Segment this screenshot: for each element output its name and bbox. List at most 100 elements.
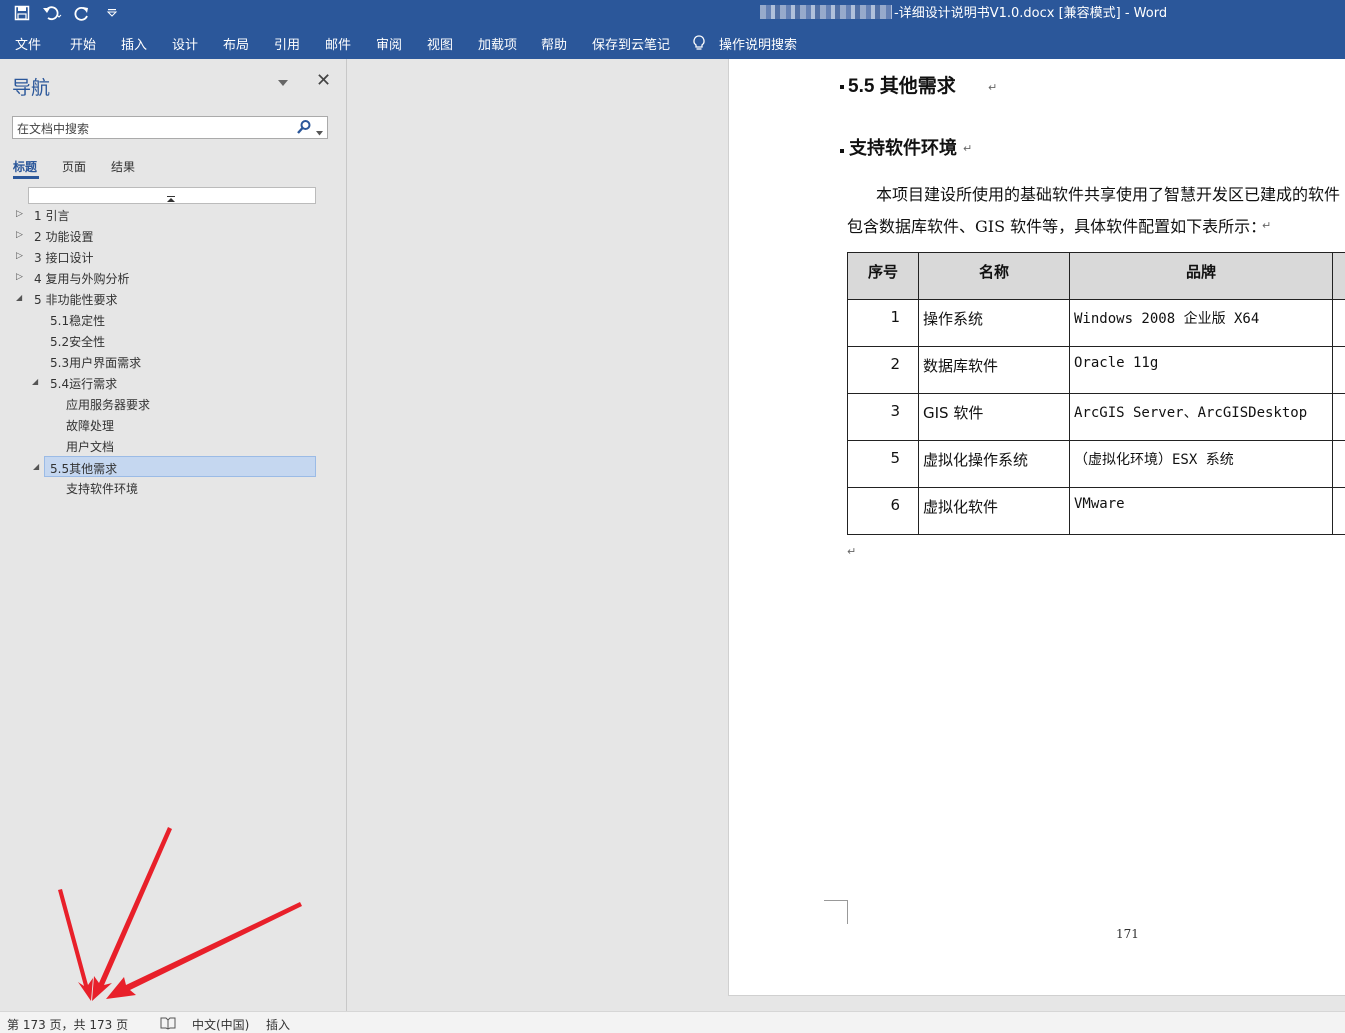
tell-me-search[interactable]: 操作说明搜索 <box>719 34 797 53</box>
table-cell[interactable] <box>1332 440 1345 488</box>
page-count-status[interactable]: 第 173 页，共 173 页 <box>7 1016 128 1033</box>
search-icon[interactable] <box>296 119 312 138</box>
nav-tree-item[interactable]: ▷ 3 接口设计 <box>10 246 316 267</box>
table-cell[interactable]: GIS 软件 <box>918 393 1070 441</box>
nav-tree-item[interactable]: 5.2安全性 <box>10 330 316 351</box>
collapse-all-bar[interactable] <box>28 187 316 204</box>
proofing-icon[interactable] <box>160 1017 176 1033</box>
close-icon[interactable]: ✕ <box>316 72 331 90</box>
body-paragraph-line-1[interactable]: 本项目建设所使用的基础软件共享使用了智慧开发区已建成的软件 <box>876 181 1340 205</box>
paragraph-mark: ↵ <box>1262 219 1272 232</box>
tab-mailings[interactable]: 邮件 <box>325 34 351 53</box>
nav-search-input[interactable]: 在文档中搜索 <box>12 116 328 139</box>
tab-file[interactable]: 文件 <box>15 34 41 53</box>
undo-icon[interactable] <box>42 3 62 23</box>
tab-design[interactable]: 设计 <box>172 34 198 53</box>
nav-tree-item[interactable]: 应用服务器要求 <box>10 393 316 414</box>
nav-tree-item-label: 故障处理 <box>66 419 115 433</box>
table-cell[interactable]: 1 <box>847 299 919 347</box>
heading-support-software[interactable]: 支持软件环境 <box>849 134 957 160</box>
search-placeholder: 在文档中搜索 <box>17 122 90 136</box>
nav-tab-results[interactable]: 结果 <box>111 158 135 175</box>
table-row: 6 虚拟化软件 VMware <box>847 487 1345 535</box>
nav-tree-item[interactable]: 用户文档 <box>10 435 316 456</box>
table-cell[interactable]: 虚拟化操作系统 <box>918 440 1070 488</box>
table-cell[interactable] <box>1332 299 1345 347</box>
tab-review[interactable]: 审阅 <box>376 34 402 53</box>
table-header-cell[interactable]: 序号 <box>847 252 919 300</box>
nav-tree-item[interactable]: 5.1稳定性 <box>10 309 316 330</box>
nav-tree-item[interactable]: ◢ 5.4运行需求 <box>10 372 316 393</box>
active-tab-indicator <box>13 176 39 179</box>
collapsed-arrow-icon[interactable]: ▷ <box>16 251 23 261</box>
nav-tree-item-label: 5.5其他需求 <box>50 462 118 476</box>
tab-addins[interactable]: 加载项 <box>478 34 517 53</box>
status-bar: 第 173 页，共 173 页 中文(中国) 插入 <box>0 1011 1345 1033</box>
nav-tree-item-label: 5.4运行需求 <box>50 377 118 391</box>
title-bar: -详细设计说明书V1.0.docx [兼容模式] - Word <box>0 0 1345 26</box>
customize-toolbar-icon[interactable] <box>102 3 122 23</box>
document-page[interactable]: 5.5 其他需求 ↵ 支持软件环境 ↵ 本项目建设所使用的基础软件共享使用了智慧… <box>728 59 1345 996</box>
nav-tree-item-label: 5 非功能性要求 <box>34 293 118 307</box>
chevron-down-icon[interactable] <box>277 77 289 87</box>
nav-tree-item[interactable]: 故障处理 <box>10 414 316 435</box>
expanded-arrow-icon[interactable]: ◢ <box>33 462 39 471</box>
table-cell[interactable]: Oracle 11g <box>1069 346 1333 394</box>
table-cell[interactable]: 6 <box>847 487 919 535</box>
tab-save-to-cloud-notes[interactable]: 保存到云笔记 <box>592 34 670 53</box>
table-cell[interactable]: VMware <box>1069 487 1333 535</box>
nav-tree-item-label: 用户文档 <box>66 440 115 454</box>
page-corner-marker <box>824 900 848 924</box>
table-header-row: 序号 名称 品牌 <box>847 252 1345 300</box>
table-cell[interactable]: 数据库软件 <box>918 346 1070 394</box>
save-icon[interactable] <box>12 3 32 23</box>
tab-layout[interactable]: 布局 <box>223 34 249 53</box>
nav-tree-item[interactable]: ▷ 4 复用与外购分析 <box>10 267 316 288</box>
language-status[interactable]: 中文(中国) <box>192 1016 249 1033</box>
tab-view[interactable]: 视图 <box>427 34 453 53</box>
expanded-arrow-icon[interactable]: ◢ <box>16 293 22 302</box>
software-config-table[interactable]: 序号 名称 品牌 1 操作系统 Windows 2008 企业版 X64 2 数据库软件… <box>847 252 1345 535</box>
table-header-cell[interactable]: 名称 <box>918 252 1070 300</box>
table-cell[interactable]: 5 <box>847 440 919 488</box>
nav-tree-item[interactable]: ◢ 5.5其他需求 <box>33 456 316 477</box>
nav-tree-item-label: 5.1稳定性 <box>50 314 106 328</box>
table-cell[interactable]: （虚拟化环境）ESX 系统 <box>1069 440 1333 488</box>
nav-tab-headings[interactable]: 标题 <box>13 158 37 175</box>
collapsed-arrow-icon[interactable]: ▷ <box>16 272 23 282</box>
table-cell[interactable] <box>1332 346 1345 394</box>
nav-tree-item[interactable]: ▷ 2 功能设置 <box>10 225 316 246</box>
table-cell[interactable]: 操作系统 <box>918 299 1070 347</box>
expanded-arrow-icon[interactable]: ◢ <box>32 377 38 386</box>
nav-pane-title: 导航 <box>12 77 51 99</box>
tab-insert[interactable]: 插入 <box>121 34 147 53</box>
table-cell[interactable]: Windows 2008 企业版 X64 <box>1069 299 1333 347</box>
collapsed-arrow-icon[interactable]: ▷ <box>16 209 23 219</box>
collapsed-arrow-icon[interactable]: ▷ <box>16 230 23 240</box>
insert-mode-status[interactable]: 插入 <box>266 1016 290 1033</box>
nav-tree-item[interactable]: 5.3用户界面需求 <box>10 351 316 372</box>
table-cell[interactable]: ArcGIS Server、ArcGISDesktop <box>1069 393 1333 441</box>
tab-home[interactable]: 开始 <box>70 34 96 53</box>
table-header-cell[interactable] <box>1332 252 1345 300</box>
table-cell[interactable] <box>1332 487 1345 535</box>
nav-tab-pages[interactable]: 页面 <box>62 158 86 175</box>
heading-other-requirements[interactable]: 5.5 其他需求 <box>848 71 956 98</box>
table-row: 1 操作系统 Windows 2008 企业版 X64 <box>847 299 1345 347</box>
search-options-chevron-icon[interactable] <box>316 125 323 139</box>
table-cell[interactable] <box>1332 393 1345 441</box>
nav-tree-item[interactable]: 支持软件环境 <box>10 477 316 498</box>
nav-tree-item-label: 1 引言 <box>34 209 70 223</box>
nav-tree-item[interactable]: ▷ 1 引言 <box>10 204 316 225</box>
table-cell[interactable]: 3 <box>847 393 919 441</box>
body-paragraph-line-2[interactable]: 包含数据库软件、GIS 软件等，具体软件配置如下表所示： <box>847 213 1266 237</box>
lightbulb-icon[interactable] <box>692 35 706 55</box>
navigation-pane: 导航 ✕ 在文档中搜索 标题 页面 结果 ▷ 1 引言 ▷ 2 功能设置 ▷ 3 接口设计… <box>0 59 347 1011</box>
nav-tree-item[interactable]: ◢ 5 非功能性要求 <box>10 288 316 309</box>
table-header-cell[interactable]: 品牌 <box>1069 252 1333 300</box>
table-cell[interactable]: 虚拟化软件 <box>918 487 1070 535</box>
tab-references[interactable]: 引用 <box>274 34 300 53</box>
redo-icon[interactable] <box>72 3 92 23</box>
tab-help[interactable]: 帮助 <box>541 34 567 53</box>
table-cell[interactable]: 2 <box>847 346 919 394</box>
